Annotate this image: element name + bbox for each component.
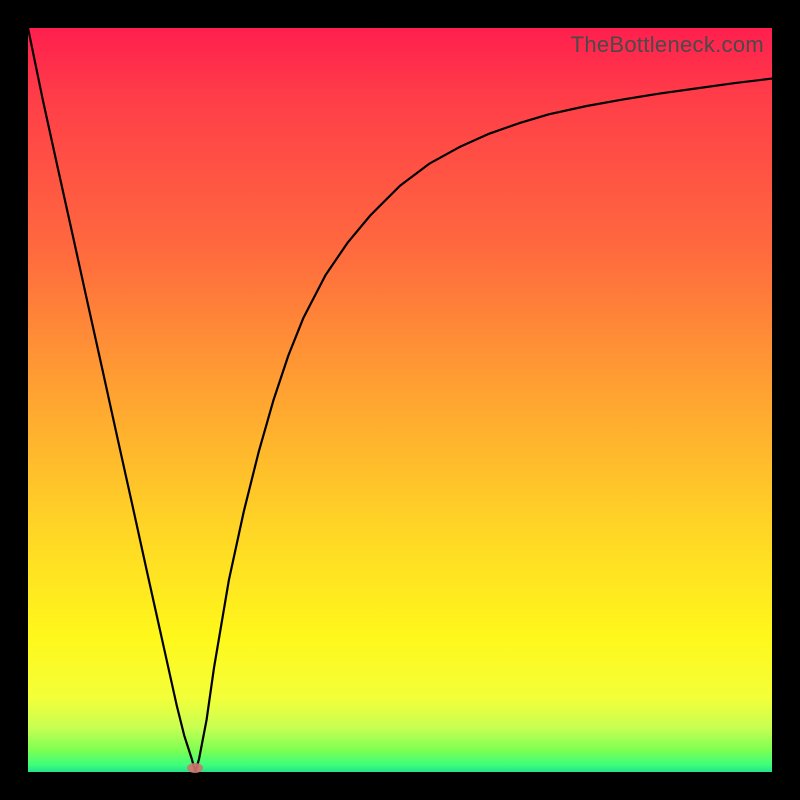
plot-area: TheBottleneck.com: [28, 28, 772, 772]
curve-svg: [28, 28, 772, 772]
min-point-marker: [187, 763, 203, 773]
curve-line: [28, 28, 772, 772]
chart-frame: TheBottleneck.com: [0, 0, 800, 800]
